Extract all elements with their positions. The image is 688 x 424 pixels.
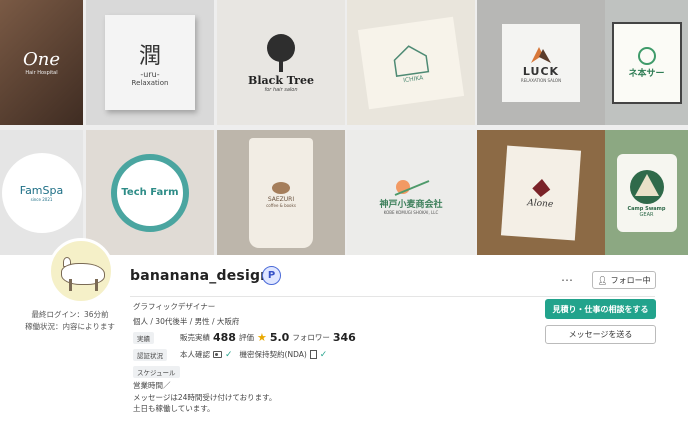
last-login-text: 最終ログイン：36分前	[31, 310, 109, 319]
sales-label: 販売実績	[180, 333, 210, 342]
portfolio-tile-tech-farm[interactable]: Tech Farm	[86, 130, 214, 255]
hands-icon	[531, 46, 551, 63]
activity-status-text: 稼働状況：内容によります	[25, 322, 115, 331]
tile-sub-text-2: Relaxation	[131, 79, 169, 87]
tile-sub-text: for hair salon	[264, 87, 298, 93]
check-icon: ✓	[225, 349, 233, 360]
schedule-line: 営業時間／	[133, 381, 171, 390]
avatar-leg	[95, 279, 98, 291]
tile-sub-text: GEAR	[639, 211, 654, 218]
tile-main-text: Alone	[526, 197, 554, 210]
tile-main-text: One	[22, 49, 60, 70]
sales-value: 488	[213, 331, 236, 344]
tile-main-text: SAEZURI	[267, 195, 295, 203]
portfolio-tile-alone[interactable]: Alone	[477, 130, 605, 255]
portfolio-banner: One Hair Hospital 潤 -uru- Relaxation Bla…	[0, 0, 688, 255]
user-check-icon: 👤︎	[597, 275, 608, 285]
star-icon: ★	[256, 331, 267, 344]
tile-main-text: LUCK	[522, 64, 560, 78]
send-message-button[interactable]: メッセージを送る	[545, 325, 656, 344]
verification-tag: 認証状況	[133, 349, 167, 361]
tile-sub-text: since 2021	[30, 196, 53, 202]
bird-branch-icon	[394, 179, 430, 196]
portfolio-tile-black-tree[interactable]: Black Tree for hair salon	[217, 0, 345, 125]
portfolio-tile-ichika[interactable]: ICHIKA	[347, 0, 475, 125]
tile-sub-text: KOBE KOMUGI SHOKAI, LLC	[383, 209, 439, 215]
tile-sub-text: coffee & books	[266, 202, 296, 208]
follower-value: 346	[332, 331, 356, 344]
schedule-tag: スケジュール	[133, 366, 180, 378]
pro-badge-icon: P	[262, 266, 281, 285]
follower-label: フォロワー	[292, 333, 330, 342]
stats-tag: 実績	[133, 332, 154, 344]
follow-button-label: フォロー中	[610, 275, 651, 285]
tile-main-text: FamSpa	[19, 183, 64, 197]
profile-meta: 個人 / 30代後半 / 男性 / 大阪府	[133, 317, 240, 326]
divider	[130, 296, 655, 297]
tile-main-text: 神戸小麦商会社	[379, 199, 443, 210]
nda-label: 機密保持契約(NDA)	[239, 350, 307, 359]
tile-sub-text: Hair Hospital	[25, 70, 58, 76]
username: bananana_design	[130, 268, 271, 284]
portfolio-tile-saezuri[interactable]: SAEZURI coffee & books	[217, 130, 345, 255]
tile-main-text: Tech Farm	[121, 187, 179, 198]
portfolio-tile-uru[interactable]: 潤 -uru- Relaxation	[86, 0, 214, 125]
follow-button[interactable]: 👤︎ フォロー中	[592, 271, 656, 289]
id-card-icon	[213, 351, 222, 358]
schedule-line: 土日も稼働しています。	[133, 404, 215, 413]
tile-sub-text: -uru-	[140, 70, 160, 79]
portfolio-tile-luck[interactable]: LUCK RELAXATION SALON	[477, 0, 605, 125]
leaf-icon	[532, 178, 551, 197]
request-quote-button[interactable]: 見積り・仕事の相談をする	[545, 299, 656, 319]
house-icon	[393, 44, 430, 76]
identity-label: 本人確認	[180, 350, 210, 359]
job-title: グラフィックデザイナー	[133, 302, 216, 311]
avatar-leg	[69, 279, 72, 291]
verification-row: 本人確認 ✓ 機密保持契約(NDA) ✓	[180, 349, 327, 360]
login-status: 最終ログイン：36分前 稼働状況：内容によります	[14, 309, 126, 333]
schedule-text: 営業時間／ メッセージは24時間受け付けております。 土日も稼働しています。	[133, 380, 276, 415]
avatar[interactable]	[48, 238, 114, 304]
tree-icon	[267, 34, 295, 72]
camp-emblem-icon	[629, 169, 664, 204]
rating-label: 評価	[238, 333, 254, 342]
bird-icon	[272, 181, 290, 194]
tile-main-text: Black Tree	[248, 74, 314, 87]
check-icon: ✓	[319, 349, 328, 360]
portfolio-tile-kobe[interactable]: 神戸小麦商会社 KOBE KOMUGI SHOKAI, LLC	[347, 130, 475, 255]
stats-row: 販売実績 488 評価 ★ 5.0 フォロワー 346	[180, 331, 356, 344]
rating-value: 5.0	[269, 331, 290, 344]
tile-sub-text: RELAXATION SALON	[520, 77, 562, 83]
document-icon	[309, 350, 317, 359]
schedule-line: メッセージは24時間受け付けております。	[133, 392, 277, 402]
tile-main-text: 潤	[138, 44, 161, 69]
portfolio-tile-camp[interactable]: Camp Swamp GEAR	[605, 130, 688, 255]
more-options-button[interactable]: …	[558, 271, 576, 288]
portfolio-tile-famspa[interactable]: FamSpa since 2021	[0, 130, 83, 255]
box-icon	[637, 47, 656, 65]
portfolio-tile-one[interactable]: One Hair Hospital	[0, 0, 83, 125]
tile-main-text: ネ本サー	[628, 69, 665, 79]
avatar-dog-illustration	[61, 263, 105, 285]
portfolio-tile-honsa[interactable]: ネ本サー	[605, 0, 688, 125]
